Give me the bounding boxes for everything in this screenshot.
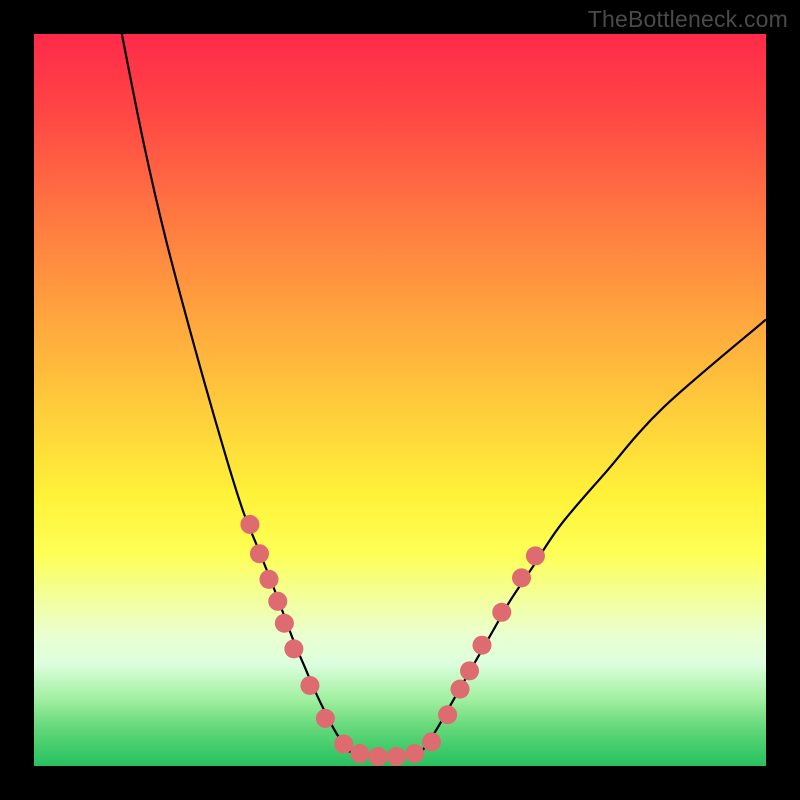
data-marker bbox=[422, 732, 441, 751]
data-marker bbox=[526, 546, 545, 565]
curve-left-branch bbox=[122, 34, 349, 751]
data-marker bbox=[259, 570, 278, 589]
curve-right-branch bbox=[422, 319, 766, 751]
data-marker bbox=[284, 639, 303, 658]
chart-svg bbox=[34, 34, 766, 766]
data-marker bbox=[405, 744, 424, 763]
data-marker bbox=[275, 614, 294, 633]
plot-area bbox=[34, 34, 766, 766]
watermark-text: TheBottleneck.com bbox=[588, 6, 788, 33]
data-marker bbox=[300, 676, 319, 695]
marker-group bbox=[240, 515, 545, 766]
data-marker bbox=[460, 661, 479, 680]
data-marker bbox=[472, 636, 491, 655]
data-marker bbox=[492, 603, 511, 622]
data-marker bbox=[350, 744, 369, 763]
data-marker bbox=[387, 747, 406, 766]
data-marker bbox=[240, 515, 259, 534]
data-marker bbox=[334, 735, 353, 754]
data-marker bbox=[250, 544, 269, 563]
data-marker bbox=[451, 680, 470, 699]
data-marker bbox=[316, 709, 335, 728]
data-marker bbox=[369, 747, 388, 766]
data-marker bbox=[512, 568, 531, 587]
chart-frame: TheBottleneck.com bbox=[0, 0, 800, 800]
data-marker bbox=[268, 592, 287, 611]
data-marker bbox=[438, 705, 457, 724]
